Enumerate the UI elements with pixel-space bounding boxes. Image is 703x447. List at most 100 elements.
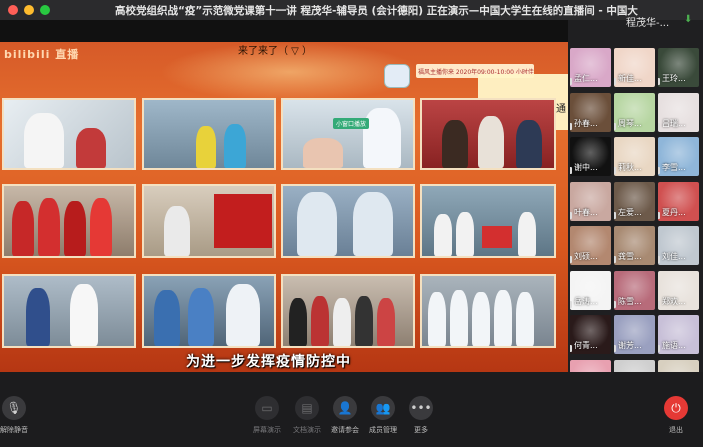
meeting-toolbar: 🎙 解除静音 ▭ 屏幕演示 ▤ 文档演示 👤 邀请参会 👥 成员管理 ••• 更… [0,372,703,447]
participant-tile[interactable]: 夏丹... [658,181,699,221]
screen-share-label: 屏幕演示 [253,426,281,434]
shared-screen[interactable]: bilibili 直播 来了来了（ ▽ ） 福风主播你来 2020年09:00-… [0,20,568,382]
photo-11 [281,274,415,348]
participant-mic-icon [570,256,572,263]
participant-tile[interactable]: 龚雪... [614,226,655,265]
photo-3: 小窗口播放 [281,98,415,170]
leave-button[interactable]: ⏻ 退出 [651,396,701,435]
participant-tile[interactable]: 刘硕... [570,226,611,265]
participant-name: 李雪... [662,163,686,172]
participant-mic-icon [614,300,616,308]
participant-name: 谢芳... [618,341,642,350]
participant-tile[interactable]: 左爱... [614,181,655,221]
participant-tile[interactable]: 郑欢... [658,270,699,310]
window-title: 高校党组织战“疫”示范微党课第十一讲 程茂华-辅导员 (会计德阳) 正在演示—中… [115,5,638,17]
participant-mic-icon [570,345,572,352]
participant-name: 吕瑞... [662,118,686,128]
photo-10 [142,274,276,348]
participant-tile[interactable]: 何青... [570,315,611,354]
participant-mic-icon [658,78,660,85]
window-controls [8,5,50,15]
participant-name: 左爱... [618,207,642,217]
participant-name: 莉秋... [618,163,642,172]
photo-5 [2,184,136,258]
photo-4 [420,98,556,170]
minimize-window-button[interactable] [24,5,34,15]
more-label: 更多 [414,426,428,434]
participant-name: 谢中... [574,163,598,172]
self-name: 程茂华-... [626,18,670,29]
participant-mic-icon [614,122,616,130]
participant-name: 郑欢... [662,296,686,306]
members-icon: 👥 [371,396,395,420]
participant-mic-icon [658,345,660,352]
participant-mic-icon [614,211,616,219]
self-mic-icon: ⬇ [684,14,693,25]
doc-share-label: 文档演示 [293,426,321,434]
participant-mic-icon [614,167,616,174]
participant-tile[interactable]: 孙春... [570,92,611,132]
maximize-window-button[interactable] [40,5,50,15]
participant-name: 王玲... [662,74,686,83]
participant-name: 刘硕... [574,252,598,261]
bilibili-logo: bilibili 直播 [4,48,80,61]
participant-name: 何青... [574,341,598,350]
photo-2 [142,98,276,170]
participant-mic-icon [658,122,660,130]
participant-tile[interactable]: 谢芳... [614,315,655,354]
participant-tile[interactable]: 李雪... [658,137,699,176]
participant-tile[interactable]: 岳涛... [570,270,611,310]
participant-name: 陈雪... [618,296,642,306]
close-window-button[interactable] [8,5,18,15]
participants-panel: 孟仁... 新佳... 王玲... 孙春... 周琴... 吕瑞... 谢中... 莉秋...… [568,20,703,399]
mute-label: 解除静音 [0,426,28,434]
participant-tile[interactable]: 莉秋... [614,137,655,176]
participant-mic-icon [658,300,660,308]
participant-mic-icon [570,122,572,130]
participant-name: 施语... [662,341,686,350]
participant-name: 龚雪... [618,252,642,261]
side-character: 通 [556,104,566,115]
slide-subtitle: 为进一步发挥疫情防控中 [186,354,351,370]
invite-label: 邀请参会 [331,426,359,434]
more-button[interactable]: ••• 更多 [396,396,446,435]
power-icon: ⏻ [664,396,688,420]
participant-name: 刘佳... [662,252,686,261]
leave-label: 退出 [669,426,683,434]
participant-tile[interactable]: 孟仁... [570,48,611,87]
screen-share-icon: ▭ [255,396,279,420]
participant-tile[interactable]: 谢中... [570,137,611,176]
participant-mic-icon [570,300,572,308]
participant-tile[interactable]: 吕瑞... [658,92,699,132]
participant-tile[interactable]: 叶春... [570,181,611,221]
mute-button[interactable]: 🎙 解除静音 [0,396,39,435]
title-bar: 高校党组织战“疫”示范微党课第十一讲 程茂华-辅导员 (会计德阳) 正在演示—中… [0,0,703,20]
presentation-slide: bilibili 直播 来了来了（ ▽ ） 福风主播你来 2020年09:00-… [0,42,568,382]
participant-mic-icon [614,345,616,352]
participant-mic-icon [570,167,572,174]
participant-name: 新佳... [618,74,642,83]
participant-mic-icon [658,167,660,174]
participant-mic-icon [570,78,572,85]
document-icon: ▤ [295,396,319,420]
participant-mic-icon [570,211,572,219]
participant-mic-icon [614,256,616,263]
participant-tile[interactable]: 新佳... [614,48,655,87]
participant-tile[interactable]: 王玲... [658,48,699,87]
participant-name: 岳涛... [574,296,598,306]
participant-mic-icon [658,256,660,263]
participant-tile[interactable]: 施语... [658,315,699,354]
photo-9 [2,274,136,348]
photo-tag: 小窗口播放 [333,118,370,129]
members-label: 成员管理 [369,426,397,434]
participant-name: 周琴... [618,118,642,128]
participant-tile[interactable]: 陈雪... [614,270,655,310]
participant-name: 孙春... [574,118,598,128]
participant-name: 孟仁... [574,74,598,83]
participant-tile[interactable]: 周琴... [614,92,655,132]
mic-muted-icon: 🎙 [2,396,26,420]
participant-mic-icon [614,78,616,85]
participant-tile[interactable]: 刘佳... [658,226,699,265]
more-dots-icon: ••• [409,396,433,420]
add-user-icon: 👤 [333,396,357,420]
